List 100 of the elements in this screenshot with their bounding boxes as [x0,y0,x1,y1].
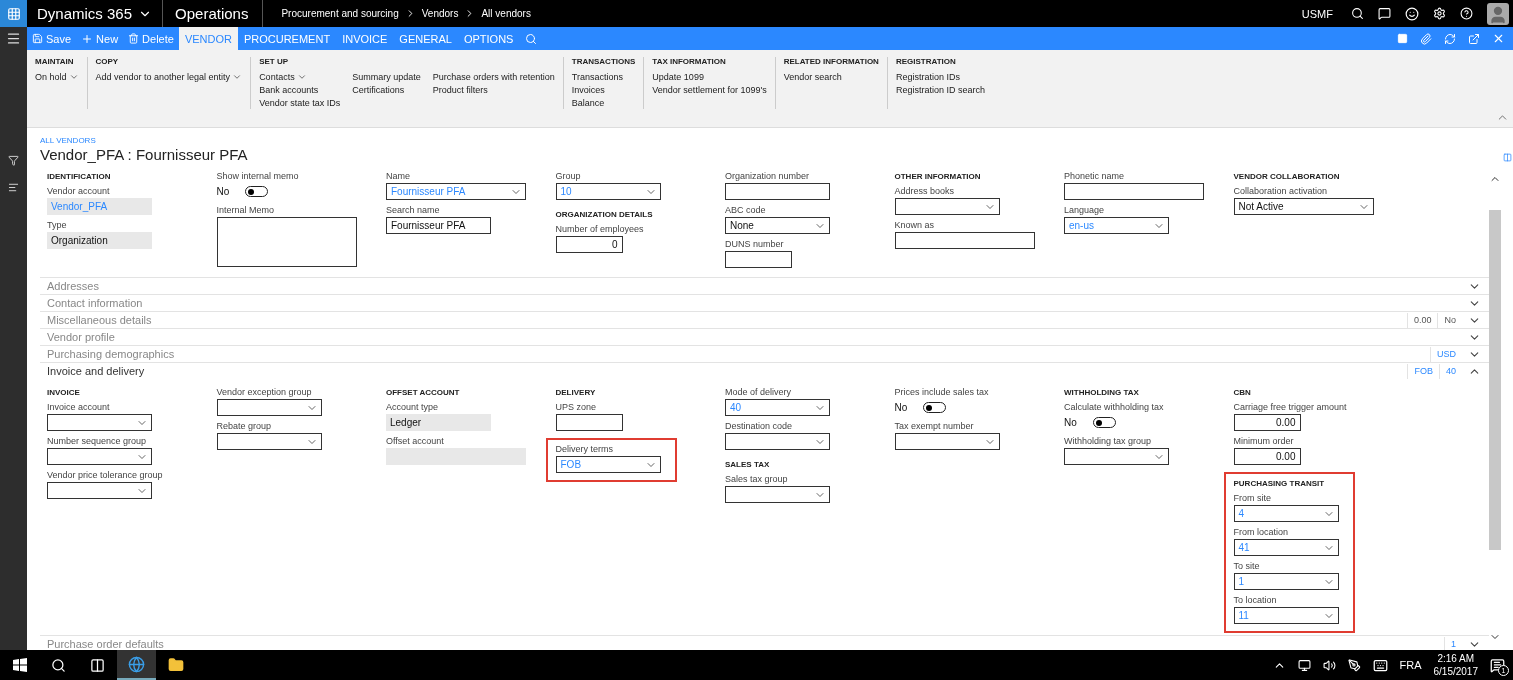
ribbon-item[interactable]: Balance [571,97,623,109]
field-label: Address books [894,186,956,197]
field-label: Vendor account [47,186,111,197]
settings-icon[interactable] [1433,7,1446,20]
ribbon-item[interactable]: Contacts [259,71,341,83]
breadcrumb-link[interactable]: All vendors [481,8,531,19]
fasttab-header[interactable]: Purchase order defaults [40,638,1444,650]
search-icon[interactable] [51,657,66,673]
company-picker[interactable]: USMF [1301,7,1333,20]
input-field[interactable] [555,414,623,431]
dropdown-field[interactable]: Fournisseur PFA [386,183,526,200]
ribbon-item[interactable]: Transactions [571,71,623,83]
memo-field[interactable] [216,217,357,267]
dropdown-field[interactable] [1064,448,1169,465]
ribbon-item[interactable]: Bank accounts [259,84,341,96]
page-title: Vendor_PFA : Fournisseur PFA [40,146,249,163]
avatar[interactable] [1487,2,1509,25]
dropdown-field[interactable] [216,433,322,450]
fasttab-header[interactable]: Vendor profile [40,331,1462,343]
ribbon-item[interactable]: Update 1099 [652,71,767,83]
list-icon[interactable] [8,182,19,193]
dropdown-field[interactable] [725,486,830,503]
field-label: Minimum order [1233,436,1295,447]
chat-icon[interactable] [1378,7,1391,20]
fasttab-header[interactable]: Purchasing demographics [40,348,1430,360]
dropdown-field[interactable]: Not Active [1233,198,1374,215]
input-field[interactable] [1064,183,1204,200]
input-field[interactable]: 0 [555,236,623,253]
ribbon-item[interactable]: Product filters [432,84,555,96]
ribbon-item[interactable]: Vendor search [783,71,842,83]
menu-icon[interactable] [6,31,21,46]
group-title: RELATED INFORMATION [783,57,879,66]
search-icon[interactable] [1351,7,1364,20]
ribbon-item[interactable]: Invoices [571,84,623,96]
dropdown-field[interactable] [47,448,152,465]
fasttab-header[interactable]: Invoice and delivery [40,365,1408,377]
breadcrumb-link[interactable]: Vendors [421,8,459,19]
readonly-field: Vendor_PFA [47,198,152,215]
input-field[interactable]: 0.00 [1233,448,1301,465]
refresh-icon[interactable] [1444,32,1456,45]
section-heading: ORGANIZATION DETAILS [555,210,653,220]
language-indicator[interactable]: FRA [1399,659,1422,671]
field-label: Account type [386,402,440,413]
summary-value: USD [1430,346,1462,362]
breadcrumb-link[interactable]: Procurement and sourcing [281,8,399,19]
input-field[interactable] [894,232,1035,249]
ribbon-item[interactable]: On hold [35,71,79,83]
folder-icon[interactable] [167,657,184,673]
trash-icon [128,33,140,44]
dropdown-field[interactable] [894,433,1000,450]
notification-icon[interactable] [1490,657,1505,673]
field-label: Language [1064,205,1106,216]
close-icon[interactable] [1492,32,1505,45]
ribbon-item[interactable]: Add vendor to another legal entity [95,71,243,83]
dropdown-field[interactable]: 10 [555,183,661,200]
volume-icon[interactable] [1322,658,1336,672]
keyboard-icon[interactable] [1372,657,1388,673]
browser-icon[interactable] [128,655,145,673]
ribbon-item[interactable]: Purchase orders with retention [432,71,555,83]
dropdown-field[interactable] [47,482,152,499]
dropdown-field[interactable] [894,198,1000,215]
toggle-switch[interactable] [245,186,269,197]
dropdown-field[interactable]: 1 [1233,573,1339,590]
task-view-icon[interactable] [90,657,105,673]
ribbon-item[interactable]: Registration IDs [895,71,985,83]
help-icon[interactable] [1460,7,1473,20]
paperclip-icon[interactable] [1420,32,1432,45]
ribbon-item[interactable]: Vendor settlement for 1099's [652,84,767,96]
dropdown-field[interactable]: 11 [1233,607,1339,624]
panel-icon[interactable] [1503,153,1512,162]
ribbon-item[interactable]: Certifications [352,84,421,96]
ribbon-item[interactable]: Summary update [352,71,421,83]
ribbon-item[interactable]: Vendor state tax IDs [259,97,341,109]
input-field[interactable]: 0.00 [1233,414,1301,431]
clock[interactable]: 2:16 AM 6/15/2017 [1433,652,1478,678]
input-field[interactable] [725,183,830,200]
field-label: Search name [386,205,441,216]
filter-icon[interactable] [8,155,19,166]
ribbon-item[interactable]: Registration ID search [895,84,985,96]
pen-icon[interactable] [1347,658,1361,672]
fasttab-header[interactable]: Miscellaneous details [40,314,1407,326]
input-field[interactable]: Fournisseur PFA [386,217,491,234]
field-label: Carriage free trigger amount [1233,402,1347,413]
fasttab-header[interactable]: Contact information [40,297,1462,309]
section-heading: INVOICE [47,388,81,398]
dropdown-field[interactable] [725,433,830,450]
dropdown-field[interactable] [216,399,322,416]
dropdown-field[interactable]: en-us [1064,217,1169,234]
group-title: MAINTAIN [35,57,75,66]
input-field[interactable] [725,251,792,268]
windows-logo-icon[interactable] [12,658,27,672]
network-icon[interactable] [1297,658,1311,672]
popout-icon[interactable] [1468,32,1480,45]
dropdown-field[interactable]: None [725,217,830,234]
smiley-icon[interactable] [1405,6,1419,21]
breadcrumb-link[interactable]: ALL VENDORS [40,136,1489,145]
dropdown-field[interactable] [47,414,152,431]
fasttab-header[interactable]: Addresses [40,280,1462,292]
toggle-switch[interactable] [923,402,947,413]
toggle-switch[interactable] [1092,417,1116,428]
